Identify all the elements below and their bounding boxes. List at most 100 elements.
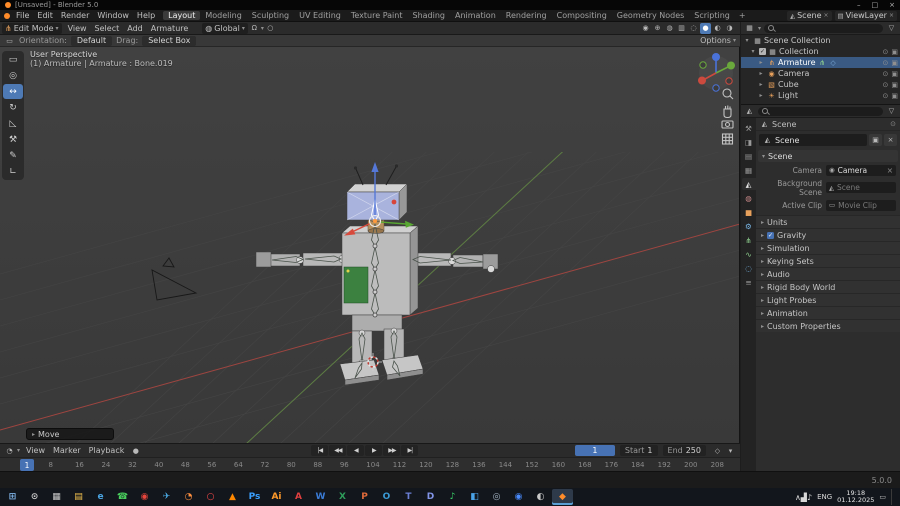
topbar-menu-file[interactable]: File [12,11,33,20]
render-visibility-icon[interactable]: ▣ [891,48,898,56]
properties-section-units[interactable]: ▸ ✓ Units [756,215,900,228]
timeline-icon-timeline-options[interactable]: ▾ [725,445,736,456]
taskbar-app-teams[interactable]: T [398,489,419,505]
current-frame-field[interactable]: 1 [574,445,615,456]
taskbar-app-edge[interactable]: e [90,489,111,505]
camera-field[interactable]: ◉ Camera × [826,164,896,176]
properties-section-animation[interactable]: ▸ ✓ Animation [756,306,900,319]
expand-arrow-icon[interactable]: ▾ [743,37,751,44]
tool-scale[interactable]: ◺ [3,116,23,131]
workspace-tab-geometry-nodes[interactable]: Geometry Nodes [612,11,689,20]
timeline-menu-view[interactable]: View [22,446,49,455]
taskbar-app-word[interactable]: W [310,489,331,505]
properties-tab-bone[interactable]: ∿ [742,248,756,260]
properties-section-keying-sets[interactable]: ▸ ✓ Keying Sets [756,254,900,267]
timeline-menu-playback[interactable]: Playback [85,446,129,455]
properties-tab-output[interactable]: ▤ [742,150,756,162]
properties-tab-scene[interactable]: ◭ [741,178,756,190]
timeline-ruler[interactable]: 1 8 16 24 32 40 48 56 64 72 80 88 96 104 112 120 128 136 1… [0,457,740,471]
workspace-tab-scripting[interactable]: Scripting [689,11,735,20]
viewport-toggle-shading-wireframe[interactable]: ◌ [688,23,699,34]
properties-editor-icon[interactable]: ◭ [744,106,755,117]
operator-panel[interactable]: ▸ Move [26,428,114,440]
taskbar-app-acrobat[interactable]: A [288,489,309,505]
workspace-tab-shading[interactable]: Shading [407,11,450,20]
taskbar-app-photoshop[interactable]: Ps [244,489,265,505]
properties-section-simulation[interactable]: ▸ ✓ Simulation [756,241,900,254]
taskbar-app-zoom[interactable]: ◉ [508,489,529,505]
expand-arrow-icon[interactable]: ▸ [757,70,765,77]
workspace-tab-sculpting[interactable]: Sculpting [247,11,294,20]
properties-tab-physics[interactable]: ◌ [742,262,756,274]
close-button[interactable]: × [889,1,895,9]
snap-dropdown-icon[interactable]: ▾ [261,25,264,32]
transport-previous-keyframe[interactable]: ◀◀ [329,445,347,456]
hide-eye-icon[interactable]: ⊙ [883,92,889,100]
taskbar-app-powerpoint[interactable]: P [354,489,375,505]
viewport-toggle-shading-material[interactable]: ◐ [712,23,723,34]
viewlayer-selector[interactable]: ▤ ViewLayer × [834,10,897,21]
options-dropdown[interactable]: Options [700,36,731,45]
expand-arrow-icon[interactable]: ▸ [757,59,765,66]
timeline-menu-marker[interactable]: Marker [49,446,85,455]
end-frame-field[interactable]: End 250 [662,445,706,456]
transport-jump-to-end[interactable]: ▶| [401,445,419,456]
tool-annotate[interactable]: ✎ [3,148,23,163]
workspace-tab-rendering[interactable]: Rendering [501,11,552,20]
viewport-toggle-shading-solid[interactable]: ● [700,22,711,34]
viewport-toggle-toggle-xray[interactable]: ▥ [676,23,687,34]
taskbar-app-illustrator[interactable]: Ai [266,489,287,505]
expand-icon[interactable]: ▸ [32,431,35,438]
tool-measure[interactable]: ∟ [3,164,23,179]
properties-tab-world[interactable]: ◍ [742,192,756,204]
taskbar-app-opera[interactable]: ○ [200,489,221,505]
transport-play[interactable]: ▶ [365,445,383,456]
taskbar-app-excel[interactable]: X [332,489,353,505]
outliner-display-mode-icon[interactable]: ▦ [744,23,755,34]
scene-selector[interactable]: ◭ Scene × [787,10,832,21]
properties-tab-constraints[interactable]: ≡ [742,276,756,288]
taskbar-app-task-view[interactable]: ▦ [46,489,67,505]
transform-orientation-dropdown[interactable]: ◍ Global ▾ [202,22,248,34]
camera-object[interactable] [151,257,198,301]
taskbar-app-telegram[interactable]: ✈ [156,489,177,505]
workspace-tab-layout[interactable]: Layout [163,11,201,20]
taskbar-app-search[interactable]: ⊙ [24,489,45,505]
language-indicator[interactable]: ENG [817,493,832,501]
taskbar-app-file-explorer[interactable]: ▤ [68,489,89,505]
transport-jump-to-start[interactable]: |◀ [311,445,329,456]
taskbar-app-steam[interactable]: ◎ [486,489,507,505]
background-scene-field[interactable]: ◭ Scene [826,182,896,193]
taskbar-app-vlc[interactable]: ▲ [222,489,243,505]
taskbar-app-start[interactable]: ⊞ [2,489,23,505]
properties-search-input[interactable] [771,107,879,115]
outliner-row-armature[interactable]: ▸ ⋔ Armature ⋔ ◇ ⊙ ▣ [741,57,900,68]
expand-arrow-icon[interactable]: ▾ [749,48,757,55]
properties-tab-object[interactable]: ■ [742,206,756,218]
properties-section-rigid-body-world[interactable]: ▸ ✓ Rigid Body World [756,280,900,293]
taskbar-app-outlook[interactable]: O [376,489,397,505]
hide-eye-icon[interactable]: ⊙ [883,59,889,67]
outliner-row-light[interactable]: ▸ ☀ Light ⊙ ▣ [741,90,900,101]
properties-section-light-probes[interactable]: ▸ ✓ Light Probes [756,293,900,306]
scene-name-field[interactable]: ◭ Scene [759,134,867,146]
3d-viewport-canvas[interactable] [0,47,740,443]
drag-select[interactable]: Select Box [142,35,197,46]
workspace-tab-texture-paint[interactable]: Texture Paint [346,11,408,20]
taskbar-app-whatsapp[interactable]: ☎ [112,489,133,505]
perspective-toggle-icon[interactable] [721,133,734,145]
tool-cursor[interactable]: ◎ [3,68,23,83]
workspace-tab-animation[interactable]: Animation [450,11,501,20]
tool-transform[interactable]: ⚒ [3,132,23,147]
workspace-tab-compositing[interactable]: Compositing [552,11,612,20]
blender-logo-icon[interactable] [4,12,10,19]
taskbar-app-discord[interactable]: D [420,489,441,505]
render-visibility-icon[interactable]: ▣ [891,81,898,89]
scene-panel-header[interactable]: ▾ Scene [758,150,898,162]
hide-eye-icon[interactable]: ⊙ [883,48,889,56]
tool-select-box[interactable]: ▭ [3,52,23,67]
snap-magnet-icon[interactable]: Ω [249,23,260,34]
render-visibility-icon[interactable]: ▣ [891,70,898,78]
viewport-menu-select[interactable]: Select [91,24,124,33]
maximize-button[interactable]: □ [872,1,879,9]
